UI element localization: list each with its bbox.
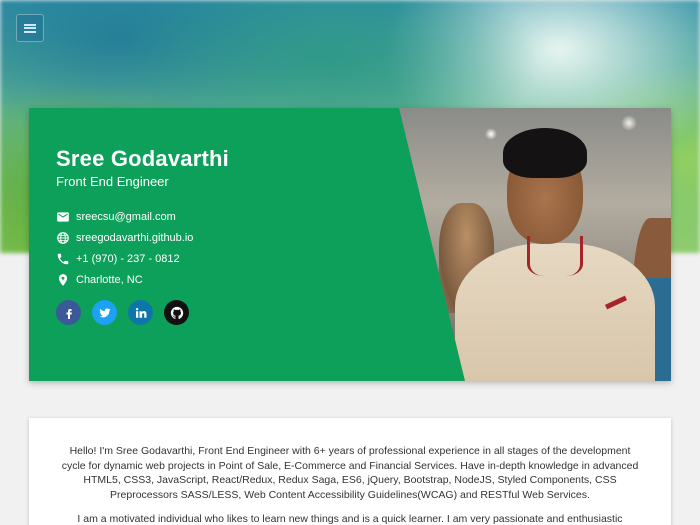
contact-phone[interactable]: +1 (970) - 237 - 0812 [56,248,193,269]
twitter-icon [99,308,110,317]
facebook-link[interactable] [56,300,81,325]
contact-email[interactable]: sreecsu@gmail.com [56,206,193,227]
github-icon [170,306,183,319]
profile-title: Front End Engineer [56,174,169,189]
location-pin-icon [58,273,68,286]
github-link[interactable] [164,300,189,325]
contact-location: Charlotte, NC [56,269,193,290]
contact-website-text: sreegodavarthi.github.io [76,231,194,244]
about-text: Hello! I'm Sree Godavarthi, Front End En… [59,444,641,525]
about-paragraph-1: Hello! I'm Sree Godavarthi, Front End En… [61,445,639,501]
about-paragraph-2: I am a motivated individual who likes to… [77,513,623,525]
social-links [56,300,200,325]
hamburger-menu-icon [24,23,36,33]
menu-button[interactable] [16,14,44,42]
phone-icon [57,253,69,264]
profile-name: Sree Godavarthi [56,146,229,171]
linkedin-link[interactable] [128,300,153,325]
about-card: Hello! I'm Sree Godavarthi, Front End En… [29,418,671,525]
contact-phone-text: +1 (970) - 237 - 0812 [76,252,180,265]
globe-icon [57,231,69,244]
contact-email-text: sreecsu@gmail.com [76,210,176,223]
profile-photo [399,108,671,381]
twitter-link[interactable] [92,300,117,325]
profile-card: Sree Godavarthi Front End Engineer sreec… [29,108,671,381]
linkedin-icon [135,307,146,318]
contact-location-text: Charlotte, NC [76,273,143,286]
email-icon [57,211,69,222]
facebook-icon [66,308,72,319]
contact-list: sreecsu@gmail.com sreegodavarthi.github.… [56,206,193,290]
contact-website[interactable]: sreegodavarthi.github.io [56,227,193,248]
